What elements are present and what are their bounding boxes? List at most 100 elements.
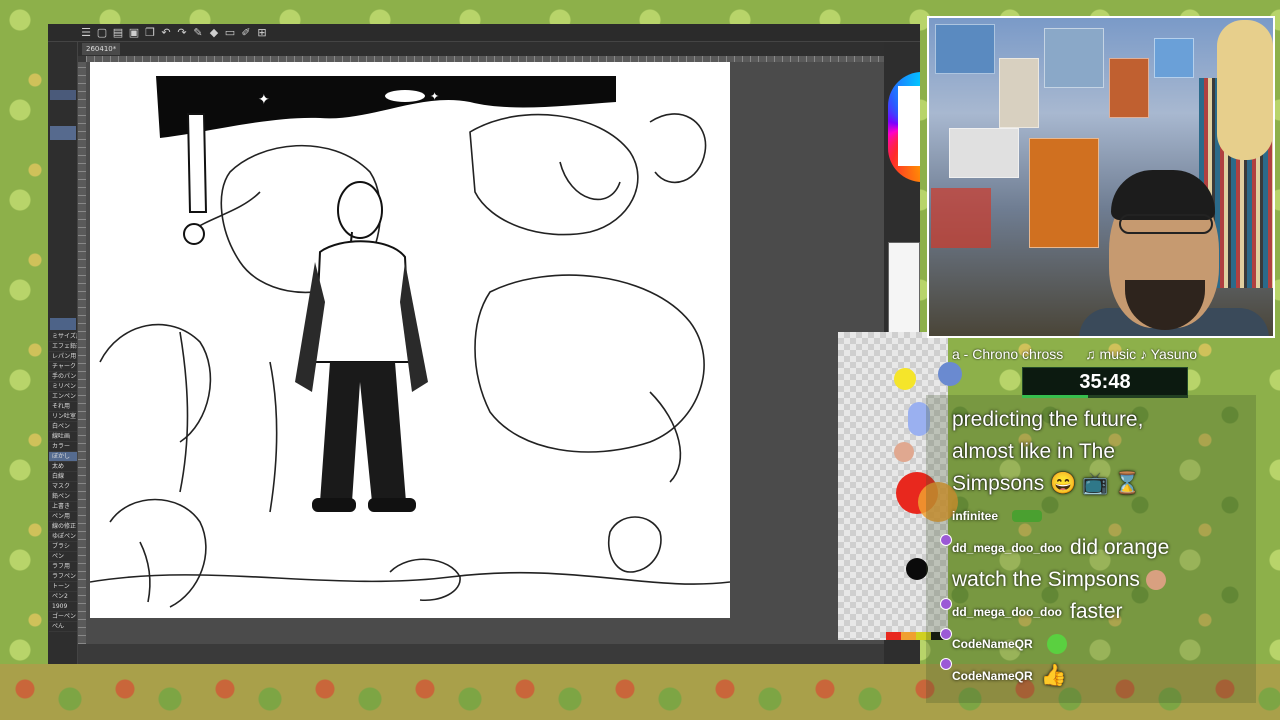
undo-icon[interactable]: ↶	[160, 26, 172, 39]
green-emote	[1046, 634, 1067, 654]
chat-row: dd_mega_doo_doo did orange	[952, 532, 1256, 564]
sub-tool-item[interactable]: 1909	[49, 602, 77, 612]
document-tab[interactable]: 260410*	[82, 43, 121, 55]
chat-message-text: predicting the future,	[952, 408, 1144, 431]
sub-tool-item[interactable]: 白線	[49, 472, 77, 482]
sub-tool-item[interactable]: 上書き	[49, 502, 77, 512]
sub-tool-item[interactable]: 線の修正	[49, 522, 77, 532]
color-square[interactable]	[898, 86, 920, 166]
sub-tool-item[interactable]: カラー	[49, 442, 77, 452]
canvas-area[interactable]: ✦ ✦	[86, 62, 884, 644]
user-badge	[940, 658, 952, 670]
pen-icon[interactable]: ✐	[240, 26, 252, 39]
chat-row: CodeNameQR	[952, 628, 1256, 660]
wall-poster	[1109, 58, 1149, 118]
sub-tool-item[interactable]: ラフペン	[49, 572, 77, 582]
open-icon[interactable]: ▤	[112, 26, 124, 39]
star-icon: ✦	[258, 92, 270, 108]
user-badge	[940, 534, 952, 546]
user-badge	[940, 598, 952, 610]
sub-tool-item[interactable]: ミリペン	[49, 382, 77, 392]
sub-tool-header[interactable]	[50, 318, 76, 330]
pepe-emote	[1012, 510, 1043, 522]
hand-emote	[1145, 570, 1166, 590]
chat-row: dd_mega_doo_doo faster	[952, 596, 1256, 628]
sub-tool-item[interactable]: エンペン	[49, 392, 77, 402]
chat-message-text: 👍	[1040, 664, 1067, 687]
ruler-icon[interactable]: ⊞	[256, 26, 268, 39]
tool-property-panel: ミサイズ用エフェ鉛筆レパン用チャーク手のパンミリペンエンペンそれ用リン吐室白ペン…	[48, 42, 78, 664]
chat-row: watch the Simpsons	[952, 564, 1256, 596]
sub-tool-item[interactable]: 白ペン	[49, 422, 77, 432]
wall-poster	[1029, 138, 1099, 248]
fill-icon[interactable]: ◆	[208, 26, 220, 39]
cloud	[385, 90, 425, 102]
chat-username: dd_mega_doo_doo	[952, 605, 1063, 619]
color-swatch-blue[interactable]	[938, 362, 962, 386]
elephant-sketch	[109, 498, 207, 608]
ruler-left	[78, 62, 86, 644]
sub-tool-item[interactable]: トーン	[49, 582, 77, 592]
sub-tool-item[interactable]: それ用	[49, 402, 77, 412]
sub-tool-item[interactable]: 太め	[49, 462, 77, 472]
chat-message-text: Simpsons 😄 📺 ⌛	[952, 472, 1141, 495]
toolbar: ☰ ▢ ▤ ▣ ❐ ↶ ↷ ✎ ◆ ▭ ✐ ⊞	[48, 24, 920, 42]
navigator-thumbnail[interactable]	[888, 242, 920, 342]
teddy-bear	[1217, 20, 1273, 160]
wall-poster	[1044, 28, 1104, 88]
sub-tool-item[interactable]: レパン用	[49, 352, 77, 362]
sub-tool-item[interactable]: チャーク	[49, 362, 77, 372]
sub-tool-item[interactable]: ラフ用	[49, 562, 77, 572]
webcam-feed	[927, 16, 1275, 338]
drawing-canvas[interactable]: ✦ ✦	[90, 62, 730, 618]
tool-group-header[interactable]	[50, 126, 76, 140]
eraser-icon[interactable]: ▭	[224, 26, 236, 39]
sub-tool-item[interactable]: 鉛ペン	[49, 492, 77, 502]
new-file-icon[interactable]: ▢	[96, 26, 108, 39]
color-swatch-peach[interactable]	[894, 442, 914, 462]
star-icon: ✦	[430, 90, 439, 103]
sub-tool-item[interactable]: ペン2	[49, 592, 77, 602]
chat-username: CodeNameQR	[952, 669, 1033, 683]
save-icon[interactable]: ▣	[128, 26, 140, 39]
chat-message-text: faster	[1070, 600, 1123, 623]
sub-tool-item[interactable]: ブラシ	[49, 542, 77, 552]
color-swatch-black[interactable]	[906, 558, 928, 580]
sub-tool-item[interactable]: 線吐画	[49, 432, 77, 442]
wall-poster	[931, 188, 991, 248]
sub-tool-item[interactable]: ゴーペン	[49, 612, 77, 622]
sub-tool-item[interactable]: 手のパン	[49, 372, 77, 382]
sub-tool-item[interactable]: リン吐室	[49, 412, 77, 422]
wall-poster	[949, 128, 1019, 178]
cat-sketch	[608, 516, 662, 573]
sub-tool-item[interactable]: ぺん	[49, 622, 77, 632]
redo-icon[interactable]: ↷	[176, 26, 188, 39]
tool-icon-selected[interactable]	[50, 90, 76, 100]
sub-tool-item[interactable]: ぼかし	[49, 452, 77, 462]
elephant-sketch	[469, 113, 639, 236]
now-playing-left: a - Chrono chross	[952, 346, 1064, 362]
copy-icon[interactable]: ❐	[144, 26, 156, 39]
character-figure	[295, 181, 428, 512]
sub-tool-item[interactable]: ミサイズ用	[49, 332, 77, 342]
sub-tool-item[interactable]: マスク	[49, 482, 77, 492]
brush-icon[interactable]: ✎	[192, 26, 204, 39]
now-playing-bar: a - Chrono chross ♫ music ♪ Yasuno	[952, 345, 1256, 363]
sub-tool-item[interactable]: エフェ鉛筆	[49, 342, 77, 352]
sub-tool-item[interactable]: ペン	[49, 552, 77, 562]
sub-tool-list: ミサイズ用エフェ鉛筆レパン用チャーク手のパンミリペンエンペンそれ用リン吐室白ペン…	[49, 332, 77, 632]
drawing-app-window: ☰ ▢ ▤ ▣ ❐ ↶ ↷ ✎ ◆ ▭ ✐ ⊞ 260410* ミサイズ用エフェ…	[48, 24, 920, 664]
glasses	[1119, 214, 1213, 234]
now-playing-right: ♫ music ♪ Yasuno	[1085, 346, 1198, 362]
sub-tool-item[interactable]: ゆぽペン	[49, 532, 77, 542]
color-swatch-yellow[interactable]	[894, 368, 916, 390]
wall-poster	[999, 58, 1039, 128]
chat-row: CodeNameQR 👍	[952, 660, 1256, 692]
menu-icon[interactable]: ☰	[80, 26, 92, 39]
horizontal-scrollbar[interactable]	[86, 644, 884, 664]
sub-tool-item[interactable]: ペン用	[49, 512, 77, 522]
chat-username: infinitee	[952, 509, 999, 523]
user-badge	[940, 628, 952, 640]
chat-message-text: watch the Simpsons	[952, 568, 1140, 591]
chat-username: dd_mega_doo_doo	[952, 541, 1063, 555]
